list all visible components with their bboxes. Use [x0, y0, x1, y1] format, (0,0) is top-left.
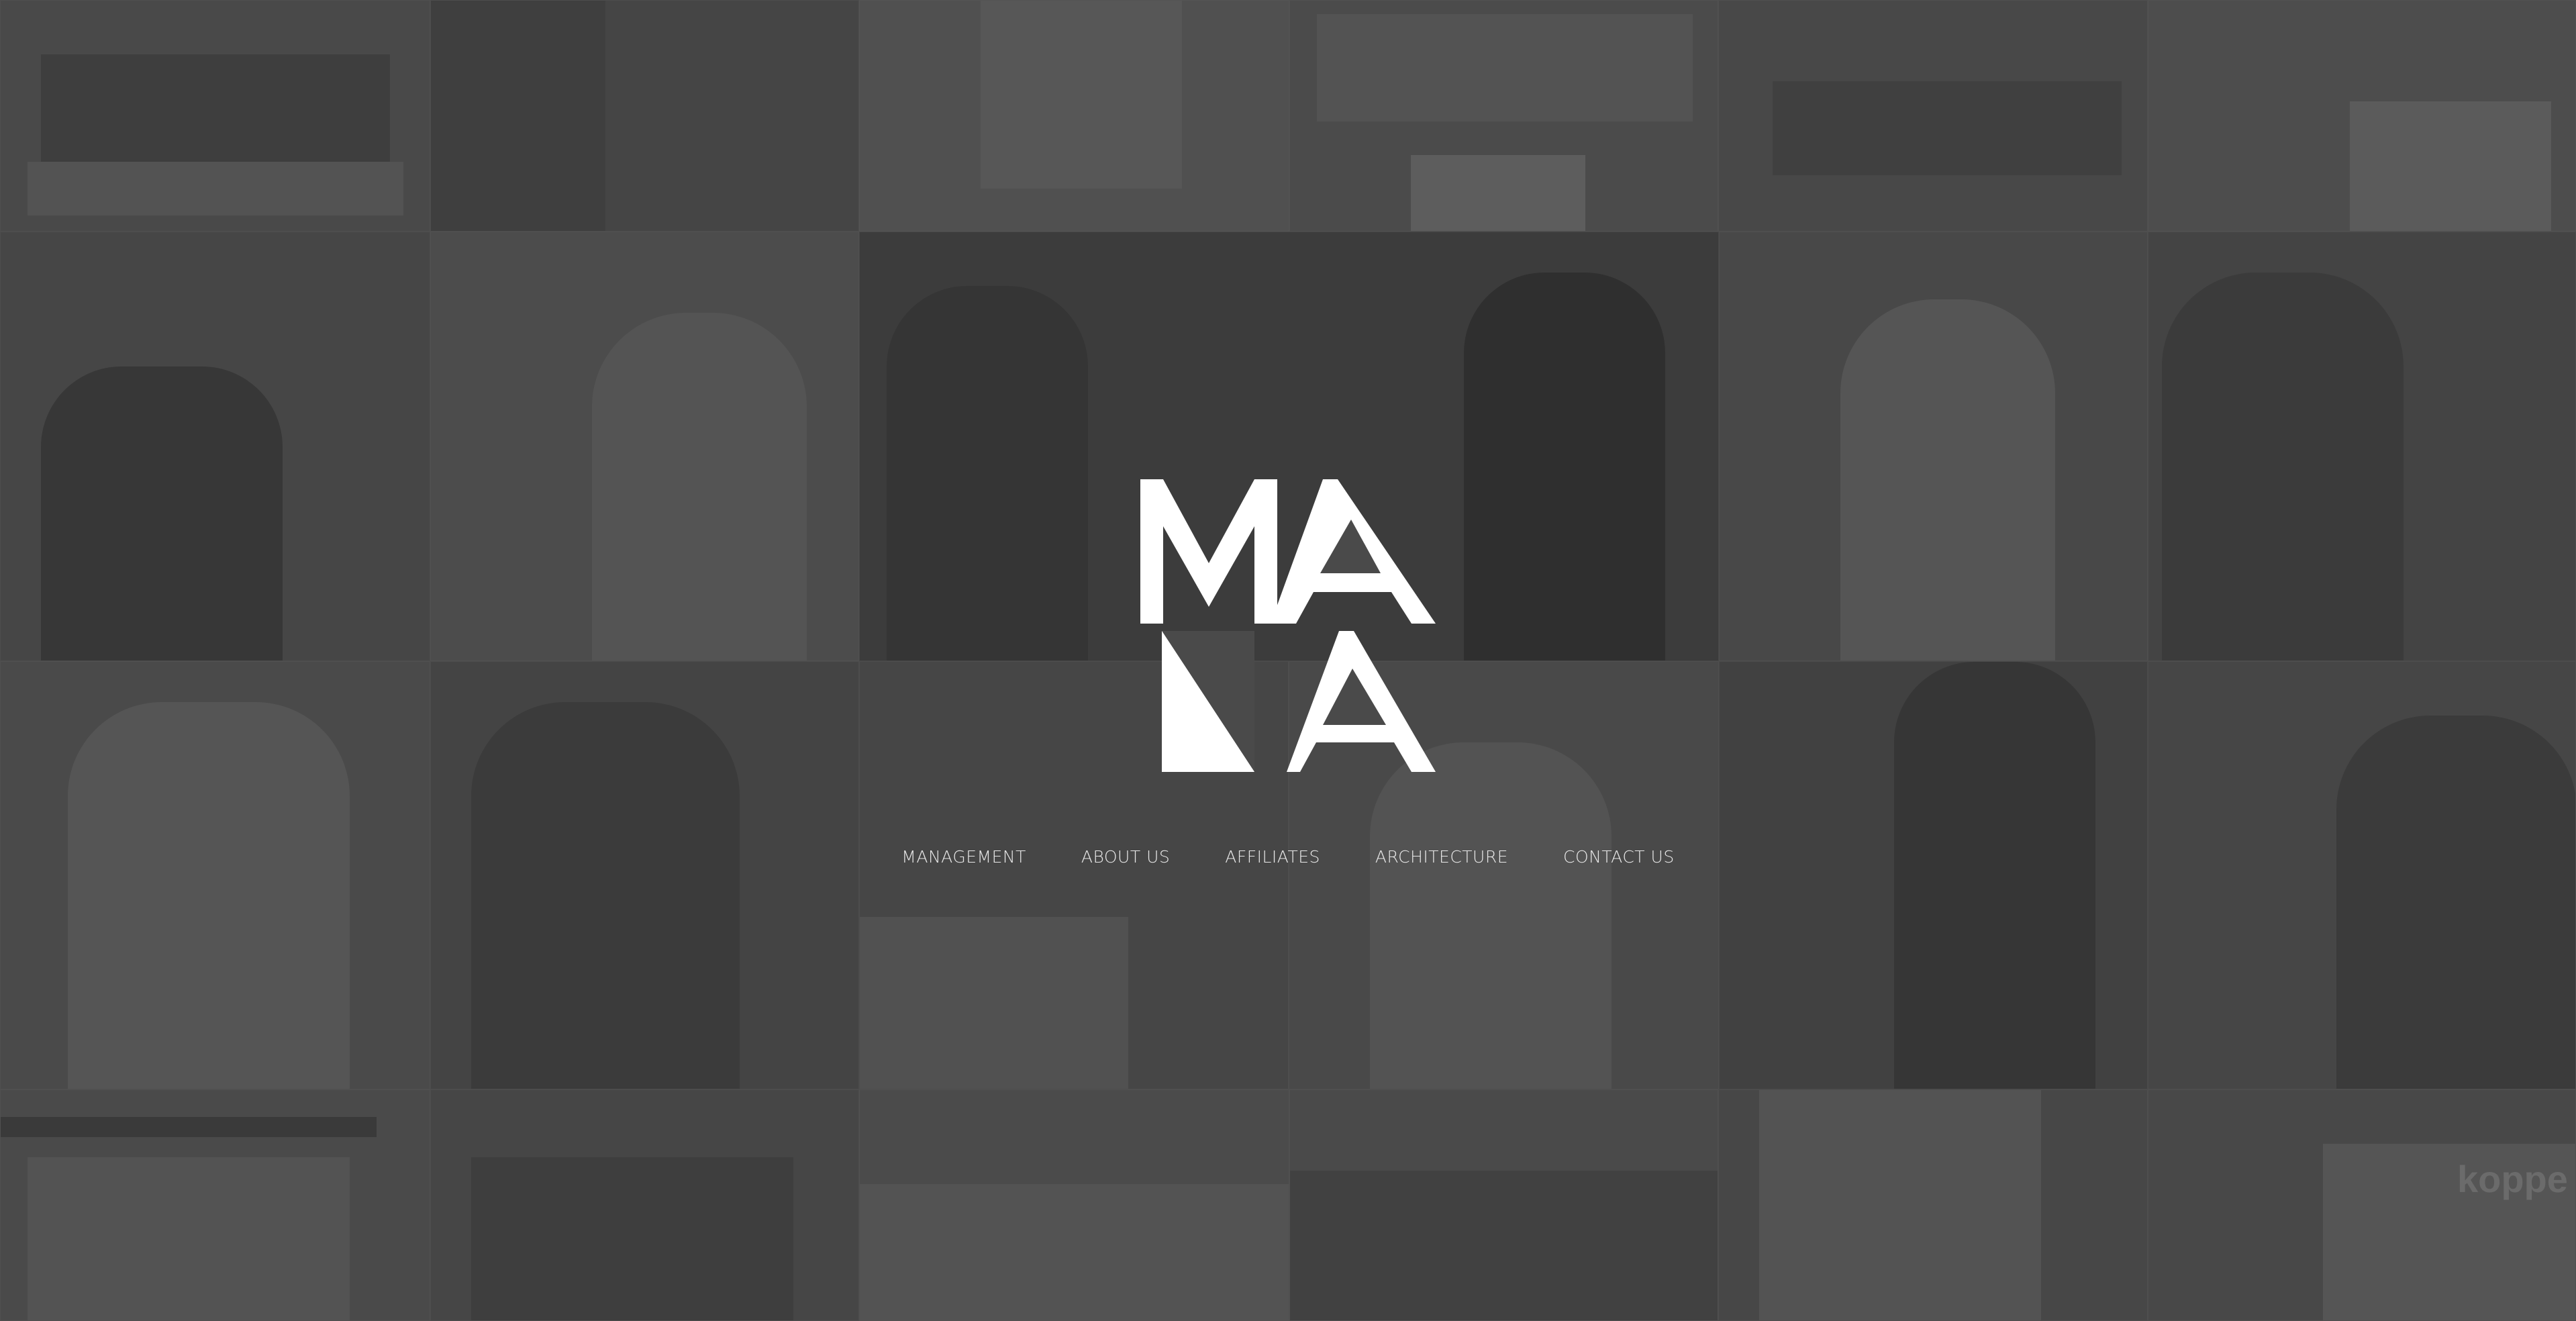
photo-tile-people [2148, 232, 2576, 661]
photo-tile-people [430, 661, 859, 1089]
nav-about-us[interactable]: ABOUT US [1081, 847, 1170, 867]
photo-tile-building [859, 0, 1289, 232]
nav-architecture[interactable]: ARCHITECTURE [1375, 847, 1508, 867]
photo-tile-building [0, 1089, 430, 1321]
photo-tile-people [1719, 661, 2148, 1089]
photo-tile-building [1718, 1089, 2148, 1321]
photo-tile-building [0, 0, 430, 232]
nav-contact-us[interactable]: CONTACT US [1563, 847, 1675, 867]
photo-tile-building [2148, 0, 2576, 232]
photo-tile-building [430, 1089, 859, 1321]
photo-tile-people [430, 232, 859, 661]
photo-tile-building [1289, 0, 1718, 232]
mana-logo-icon[interactable] [1140, 479, 1436, 775]
photo-tile-building [859, 1089, 1289, 1321]
photo-tile-people [1719, 232, 2148, 661]
photo-tile-people [2148, 661, 2576, 1089]
photo-tile-building [430, 0, 859, 232]
photo-tile-people [0, 232, 430, 661]
main-navigation: MANAGEMENT ABOUT US AFFILIATES ARCHITECT… [0, 847, 2576, 867]
photo-tile-building: koppe [2148, 1089, 2576, 1321]
photo-tile-people [0, 661, 430, 1089]
nav-management[interactable]: MANAGEMENT [901, 847, 1026, 867]
photo-tile-building [1289, 1089, 1718, 1321]
nav-affiliates[interactable]: AFFILIATES [1225, 847, 1320, 867]
storefront-sign-text: koppe [2457, 1158, 2568, 1200]
photo-tile-building [1718, 0, 2148, 232]
